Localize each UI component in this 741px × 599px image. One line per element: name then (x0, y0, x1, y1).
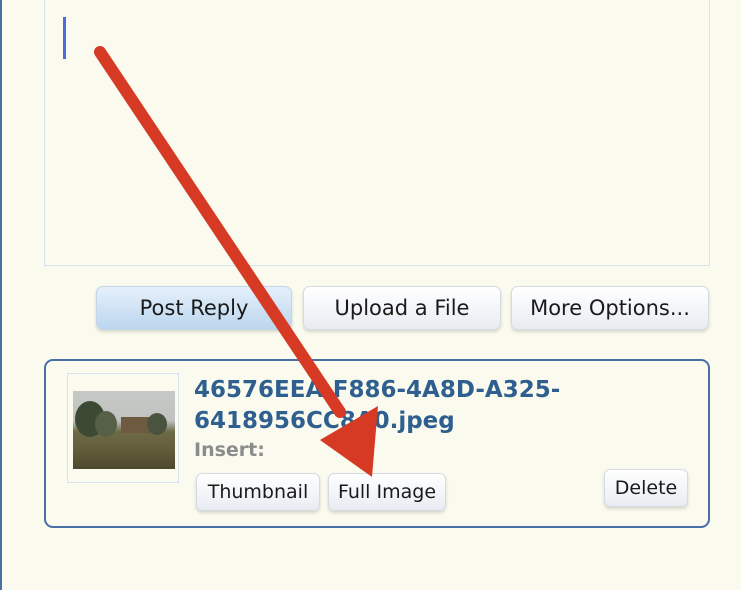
insert-label: Insert: (194, 439, 265, 461)
delete-attachment-button[interactable]: Delete (604, 469, 688, 507)
text-caret (63, 17, 66, 59)
reply-form: Post Reply Upload a File More Options...… (0, 0, 741, 590)
attachment-filename-link[interactable]: 46576EEA-F886-4A8D-A325-6418956CC8A0.jpe… (194, 375, 614, 437)
attachment-panel: 46576EEA-F886-4A8D-A325-6418956CC8A0.jpe… (44, 359, 710, 528)
insert-full-image-button[interactable]: Full Image (328, 473, 446, 511)
attachment-thumbnail-image[interactable] (73, 391, 175, 469)
attachment-thumbnail-frame (67, 373, 179, 483)
message-editor[interactable] (44, 0, 710, 266)
insert-thumbnail-button[interactable]: Thumbnail (196, 473, 320, 511)
more-options-button[interactable]: More Options... (511, 286, 709, 330)
upload-file-button[interactable]: Upload a File (303, 286, 501, 330)
post-reply-button[interactable]: Post Reply (96, 286, 292, 330)
